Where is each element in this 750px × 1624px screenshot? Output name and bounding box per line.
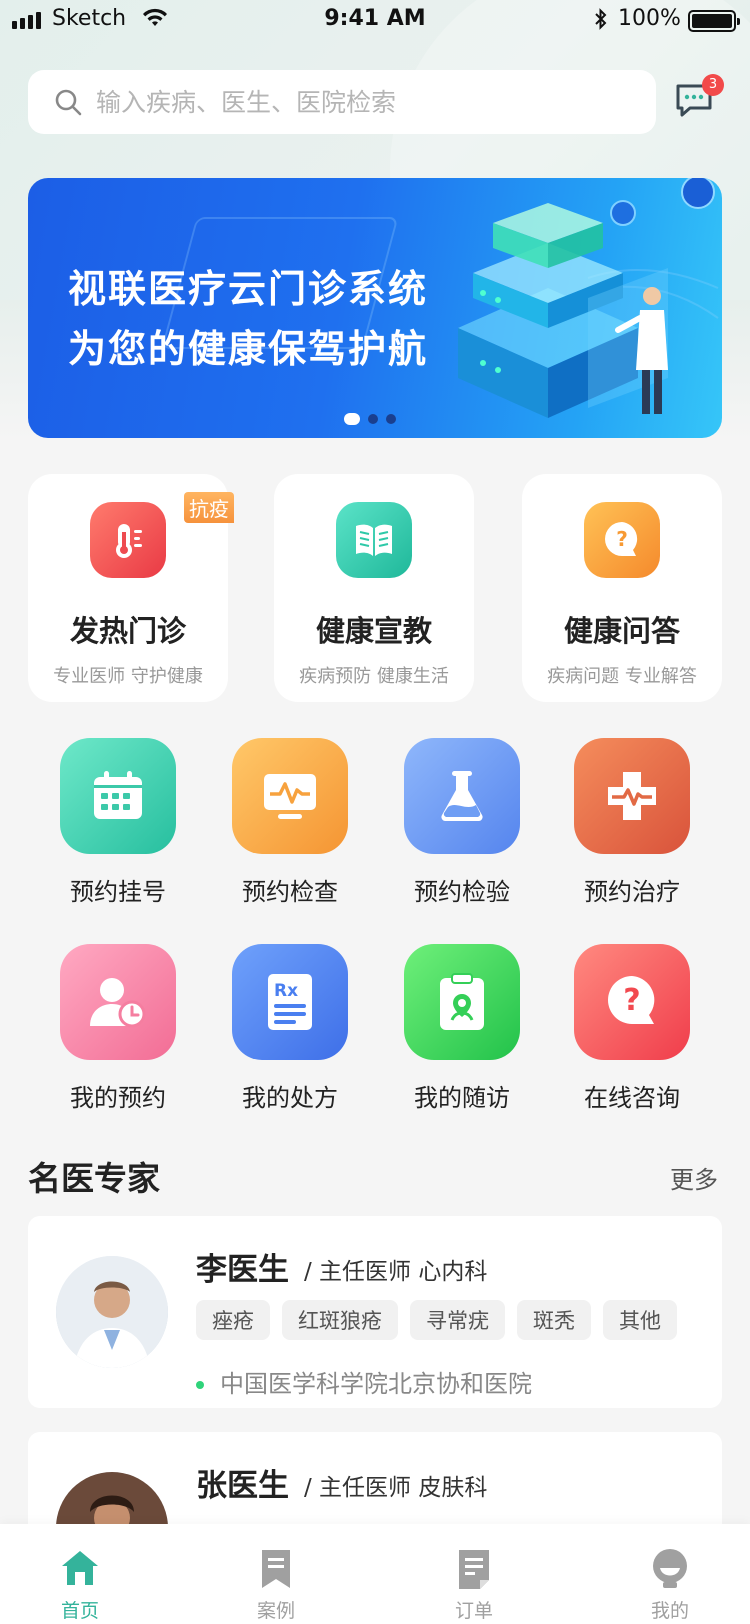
service-label: 预约挂号 — [70, 878, 166, 906]
prescription-icon: Rx — [232, 944, 348, 1060]
home-icon — [40, 1548, 120, 1592]
search-input[interactable] — [96, 87, 596, 117]
book-lab-test-button[interactable]: 预约检验 — [392, 738, 532, 907]
banner-title-line2: 为您的健康保驾护航 — [68, 327, 429, 371]
doctor-title: / 主任医师 心内科 — [304, 1259, 488, 1285]
svg-text:?: ? — [616, 527, 628, 551]
user-clock-icon — [60, 944, 176, 1060]
service-label: 我的预约 — [70, 1084, 166, 1112]
bookmark-icon — [236, 1548, 316, 1592]
battery-percent: 100% — [618, 6, 681, 31]
card-subtitle: 疾病问题 专业解答 — [547, 666, 697, 687]
specialty-tag: 寻常疣 — [410, 1300, 505, 1340]
card-title: 健康问答 — [563, 614, 680, 648]
tab-label: 订单 — [454, 1600, 493, 1622]
tab-mine[interactable]: 我的 — [630, 1548, 710, 1623]
tab-home[interactable]: 首页 — [40, 1548, 120, 1623]
message-badge: 3 — [702, 74, 724, 96]
question-bubble-icon: ? — [584, 502, 660, 578]
health-qa-card[interactable]: ? 健康问答 疾病问题 专业解答 — [522, 474, 722, 702]
battery-icon — [688, 10, 740, 32]
message-button[interactable]: 3 — [674, 74, 724, 120]
my-follow-ups-button[interactable]: 我的随访 — [392, 944, 532, 1113]
bluetooth-icon — [594, 8, 608, 34]
clipboard-user-icon — [404, 944, 520, 1060]
experts-more-link[interactable]: 更多 — [670, 1160, 718, 1195]
service-label: 我的随访 — [414, 1084, 510, 1112]
specialty-tag: 其他 — [603, 1300, 677, 1340]
svg-text:Rx: Rx — [274, 981, 298, 1001]
tab-label: 案例 — [256, 1600, 295, 1622]
specialty-tag: 斑秃 — [517, 1300, 591, 1340]
health-education-card[interactable]: 健康宣教 疾病预防 健康生活 — [274, 474, 474, 702]
book-examination-button[interactable]: 预约检查 — [220, 738, 360, 907]
doctor-name: 李医生 — [196, 1252, 289, 1288]
banner-pagination[interactable] — [344, 413, 396, 425]
experts-section-title: 名医专家 — [28, 1159, 160, 1198]
calendar-icon — [60, 738, 176, 854]
book-appointment-button[interactable]: 预约挂号 — [48, 738, 188, 907]
doctor-name: 张医生 — [196, 1468, 289, 1504]
card-title: 健康宣教 — [315, 614, 432, 648]
svg-text:?: ? — [623, 983, 640, 1018]
pagination-dot[interactable] — [368, 414, 378, 424]
service-label: 预约检查 — [242, 878, 338, 906]
medical-cross-icon — [574, 738, 690, 854]
specialty-tag: 痤疮 — [196, 1300, 270, 1340]
pagination-dot[interactable] — [344, 413, 360, 425]
thermometer-icon — [90, 502, 166, 578]
doctor-specialty-tags: 痤疮 红斑狼疮 寻常疣 斑秃 其他 — [196, 1300, 677, 1340]
order-icon — [434, 1548, 514, 1592]
service-label: 预约检验 — [414, 878, 510, 906]
tab-cases[interactable]: 案例 — [236, 1548, 316, 1623]
tab-label: 我的 — [650, 1600, 689, 1622]
book-treatment-button[interactable]: 预约治疗 — [562, 738, 702, 907]
banner-title-line1: 视联医疗云门诊系统 — [68, 267, 429, 311]
my-appointments-button[interactable]: 我的预约 — [48, 944, 188, 1113]
monitor-pulse-icon — [232, 738, 348, 854]
anti-epidemic-tag: 抗疫 — [184, 492, 234, 523]
search-bar[interactable] — [28, 70, 656, 134]
status-bar: Sketch 9:41 AM 100% — [0, 0, 750, 40]
profile-icon — [630, 1548, 710, 1592]
card-subtitle: 疾病预防 健康生活 — [299, 666, 449, 687]
online-consultation-button[interactable]: ? 在线咨询 — [562, 944, 702, 1113]
specialty-tag: 红斑狼疮 — [282, 1300, 398, 1340]
book-icon — [336, 502, 412, 578]
pagination-dot[interactable] — [386, 414, 396, 424]
my-prescriptions-button[interactable]: Rx 我的处方 — [220, 944, 360, 1113]
service-label: 我的处方 — [242, 1084, 338, 1112]
tab-bar: 首页 案例 订单 我的 — [0, 1524, 750, 1624]
doctor-card[interactable]: 李医生 / 主任医师 心内科 痤疮 红斑狼疮 寻常疣 斑秃 其他 中国医学科学院… — [28, 1216, 722, 1408]
promo-banner[interactable]: 视联医疗云门诊系统 为您的健康保驾护航 — [28, 178, 722, 438]
doctor-title: / 主任医师 皮肤科 — [304, 1475, 488, 1501]
search-icon — [54, 88, 82, 116]
card-title: 发热门诊 — [69, 614, 186, 648]
question-chat-icon: ? — [574, 944, 690, 1060]
doctor-hospital: 中国医学科学院北京协和医院 — [196, 1364, 532, 1399]
tab-orders[interactable]: 订单 — [434, 1548, 514, 1623]
tab-label: 首页 — [60, 1600, 99, 1622]
doctor-avatar — [56, 1256, 168, 1368]
service-label: 在线咨询 — [584, 1084, 680, 1112]
card-subtitle: 专业医师 守护健康 — [53, 666, 203, 687]
fever-clinic-card[interactable]: 发热门诊 专业医师 守护健康 抗疫 — [28, 474, 234, 702]
service-label: 预约治疗 — [584, 878, 680, 906]
flask-icon — [404, 738, 520, 854]
